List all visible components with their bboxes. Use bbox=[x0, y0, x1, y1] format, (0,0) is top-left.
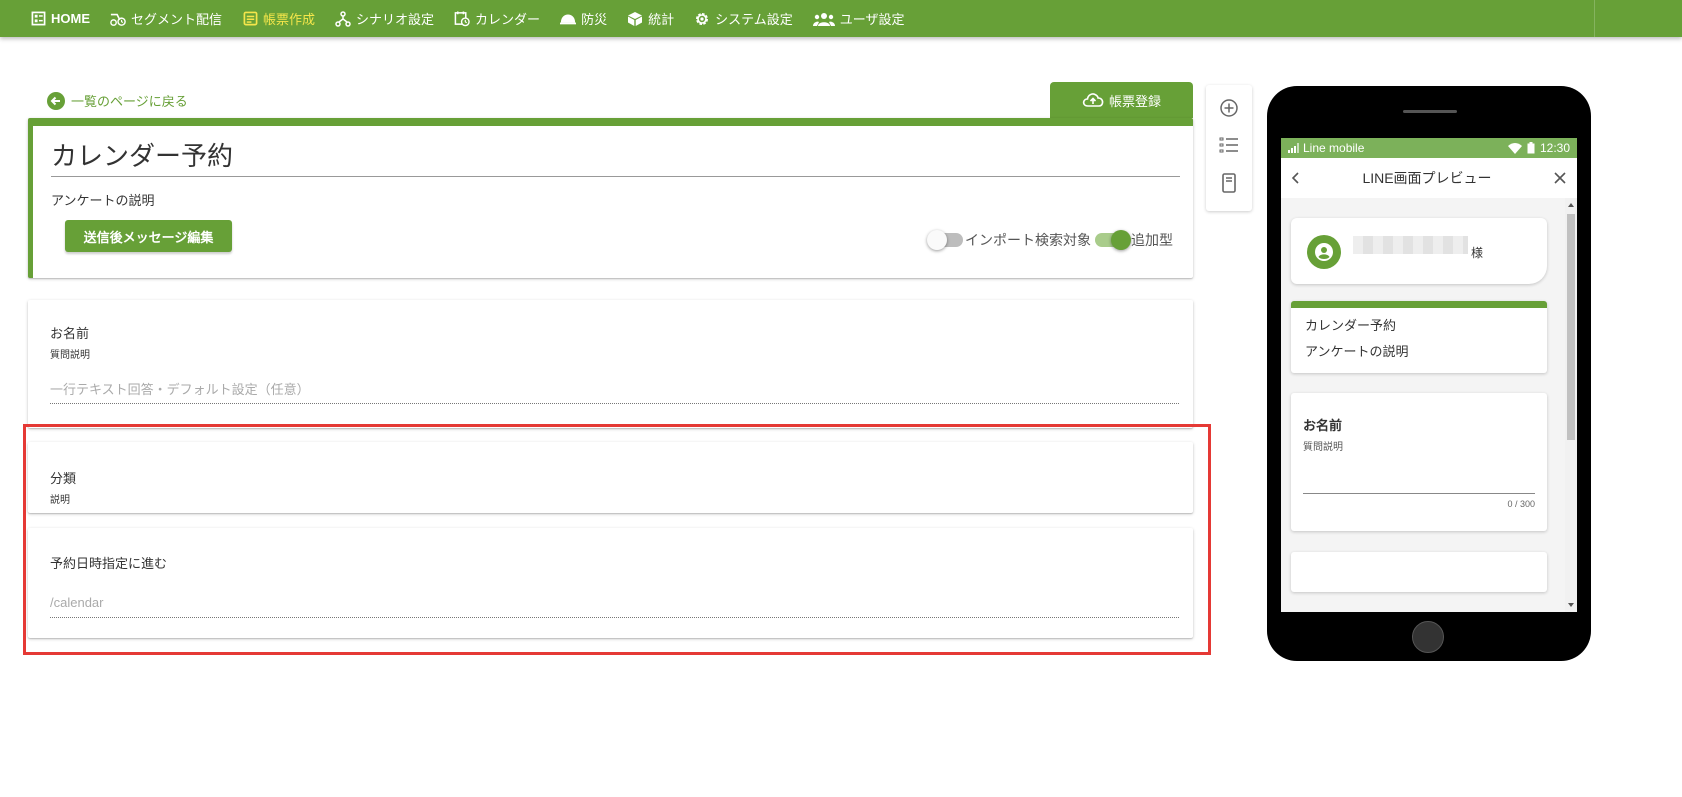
preview-question-label: お名前 bbox=[1303, 418, 1343, 433]
scrollbar-thumb[interactable] bbox=[1567, 214, 1575, 440]
signal-icon bbox=[1288, 143, 1299, 153]
gear-icon bbox=[694, 11, 710, 27]
input-underline bbox=[50, 403, 1179, 404]
question-description: 質問説明 bbox=[50, 350, 90, 361]
nav-label: セグメント配信 bbox=[131, 12, 223, 27]
preview-answer-input[interactable] bbox=[1303, 493, 1535, 494]
toggle-knob bbox=[927, 230, 947, 250]
preview-question-description: 質問説明 bbox=[1303, 442, 1343, 453]
scroll-up-icon[interactable] bbox=[1565, 200, 1577, 210]
preview-title: LINE画面プレビュー bbox=[1362, 170, 1492, 186]
import-search-toggle[interactable] bbox=[927, 230, 963, 250]
list-icon[interactable] bbox=[1219, 136, 1239, 159]
title-underline bbox=[51, 176, 1180, 177]
scroll-down-icon[interactable] bbox=[1565, 600, 1577, 610]
segment-icon bbox=[110, 11, 126, 27]
append-type-label: 追加型 bbox=[1131, 232, 1173, 248]
nav-label: ユーザ設定 bbox=[839, 12, 905, 27]
form-toggles: インポート検索対象 追加型 bbox=[927, 230, 1173, 250]
toggle-knob bbox=[1111, 230, 1131, 250]
form-description-input[interactable]: アンケートの説明 bbox=[51, 190, 154, 209]
stats-icon bbox=[627, 11, 643, 27]
calendar-icon bbox=[454, 11, 470, 27]
append-type-toggle[interactable] bbox=[1095, 230, 1131, 250]
cloud-upload-icon bbox=[1082, 93, 1104, 107]
chevron-left-icon[interactable] bbox=[1291, 171, 1301, 185]
nav-label: 防災 bbox=[581, 12, 608, 27]
arrow-left-circle-icon bbox=[47, 91, 65, 110]
nav-item-home[interactable]: HOME bbox=[0, 0, 100, 37]
nav-item-system[interactable]: システム設定 bbox=[684, 0, 803, 37]
phone-speaker bbox=[1403, 110, 1457, 113]
nav-label: シナリオ設定 bbox=[356, 12, 435, 27]
register-form-button[interactable]: 帳票登録 bbox=[1050, 82, 1193, 118]
preview-app-bar: LINE画面プレビュー bbox=[1281, 158, 1577, 198]
nav-label: 統計 bbox=[648, 12, 675, 27]
preview-scroll-area[interactable]: 様 カレンダー予約 アンケートの説明 お名前 質問説明 0 / 300 bbox=[1281, 198, 1577, 612]
battery-icon bbox=[1527, 142, 1535, 154]
nav-item-segment[interactable]: セグメント配信 bbox=[100, 0, 232, 37]
phone-screen: Line mobile 12:30 LINE画面プレビュー 様 カレンダー予約 … bbox=[1281, 138, 1577, 612]
preview-form-description: アンケートの説明 bbox=[1305, 344, 1409, 359]
character-counter: 0 / 300 bbox=[1507, 499, 1535, 509]
nav-item-disaster[interactable]: 防災 bbox=[550, 0, 617, 37]
preview-form-title: カレンダー予約 bbox=[1305, 318, 1397, 333]
phone-status-bar: Line mobile 12:30 bbox=[1281, 138, 1577, 158]
nav-item-users[interactable]: ユーザ設定 bbox=[803, 0, 915, 37]
preview-scrollbar[interactable] bbox=[1565, 198, 1577, 612]
nav-item-stats[interactable]: 統計 bbox=[617, 0, 684, 37]
side-toolbar bbox=[1206, 85, 1252, 211]
time-label: 12:30 bbox=[1539, 141, 1570, 155]
phone-preview: Line mobile 12:30 LINE画面プレビュー 様 カレンダー予約 … bbox=[1267, 86, 1591, 661]
disaster-icon bbox=[560, 11, 577, 27]
back-link-label: 一覧のページに戻る bbox=[71, 94, 188, 109]
back-link[interactable]: 一覧のページに戻る bbox=[47, 91, 188, 110]
highlight-box bbox=[23, 424, 1211, 655]
phone-home-button bbox=[1412, 621, 1444, 653]
nav-label: システム設定 bbox=[715, 12, 793, 27]
preview-next-card bbox=[1291, 552, 1547, 592]
import-search-label: インポート検索対象 bbox=[965, 232, 1091, 248]
register-button-label: 帳票登録 bbox=[1108, 93, 1161, 109]
nav-item-form[interactable]: 帳票作成 bbox=[232, 0, 325, 37]
preview-user-card: 様 bbox=[1291, 218, 1547, 284]
blurred-user-name bbox=[1353, 236, 1468, 254]
nav-item-scenario[interactable]: シナリオ設定 bbox=[325, 0, 444, 37]
default-answer-input[interactable]: 一行テキスト回答・デフォルト設定（任意） bbox=[50, 379, 310, 398]
wifi-icon bbox=[1507, 142, 1522, 154]
account-circle-icon bbox=[1307, 235, 1341, 269]
user-suffix: 様 bbox=[1471, 246, 1484, 260]
question-label: お名前 bbox=[50, 326, 90, 341]
close-icon[interactable] bbox=[1553, 171, 1567, 185]
question-card-name[interactable]: お名前 質問説明 一行テキスト回答・デフォルト設定（任意） bbox=[28, 300, 1193, 428]
preview-question-card: お名前 質問説明 0 / 300 bbox=[1291, 393, 1547, 531]
form-title-card: カレンダー予約 アンケートの説明 送信後メッセージ編集 インポート検索対象 追加… bbox=[28, 118, 1193, 278]
users-icon bbox=[812, 11, 835, 27]
nav-label: カレンダー bbox=[475, 12, 541, 27]
form-title-input[interactable]: カレンダー予約 bbox=[51, 136, 233, 173]
nav-label: HOME bbox=[51, 11, 90, 26]
nav-label: 帳票作成 bbox=[263, 12, 316, 27]
nav-divider bbox=[1594, 0, 1595, 37]
after-send-message-button[interactable]: 送信後メッセージ編集 bbox=[65, 220, 232, 252]
add-circle-icon[interactable] bbox=[1219, 98, 1239, 123]
nav-item-calendar[interactable]: カレンダー bbox=[444, 0, 550, 37]
scenario-icon bbox=[335, 10, 351, 27]
phone-preview-icon[interactable] bbox=[1221, 173, 1237, 198]
home-icon bbox=[30, 11, 46, 27]
top-nav: HOME セグメント配信 帳票作成 シナリオ設定 カレンダー 防災 統計 システ… bbox=[0, 0, 1682, 37]
preview-form-card: カレンダー予約 アンケートの説明 bbox=[1291, 301, 1547, 373]
carrier-label: Line mobile bbox=[1303, 141, 1365, 155]
form-icon bbox=[242, 11, 258, 27]
